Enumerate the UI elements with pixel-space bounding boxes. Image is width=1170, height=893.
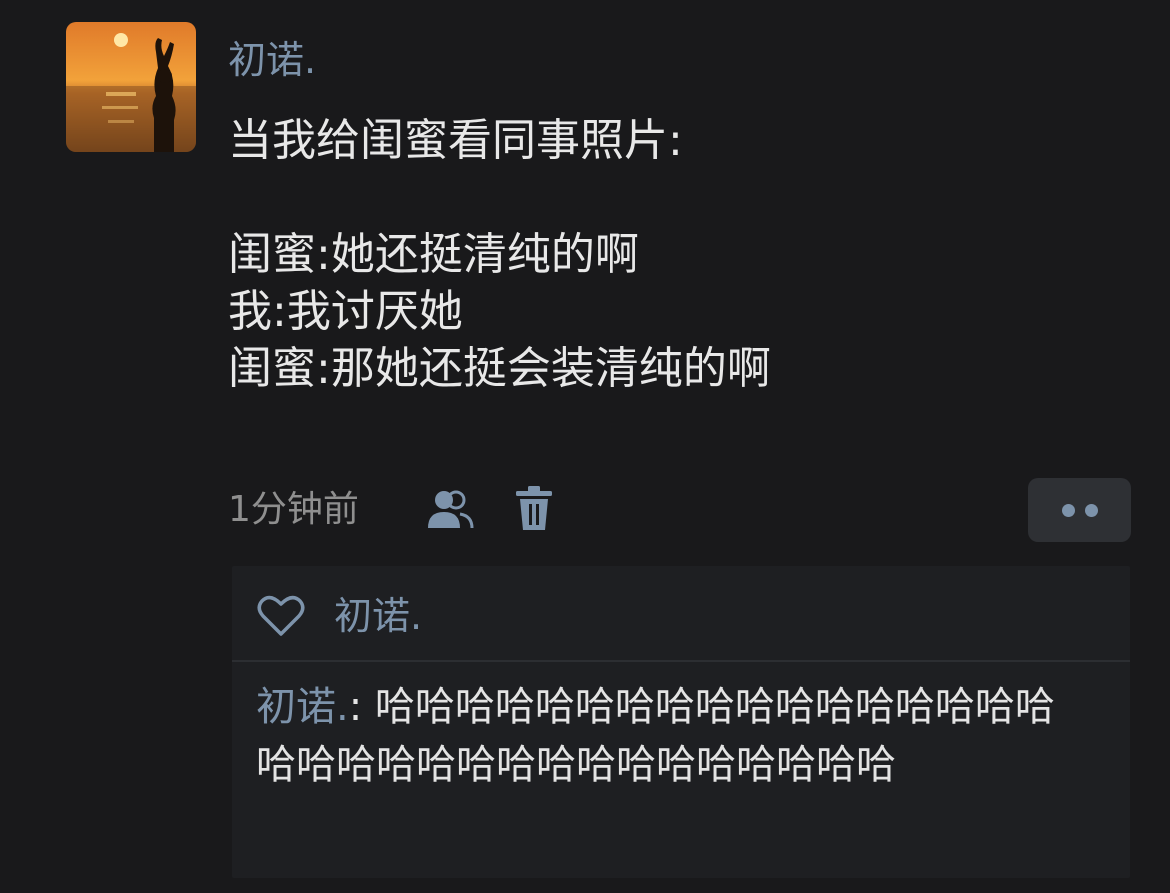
like-user-name[interactable]: 初诺. <box>334 590 422 642</box>
more-dot <box>1062 504 1075 517</box>
avatar[interactable] <box>66 22 196 152</box>
post-line: 我:我讨厌她 <box>228 286 463 337</box>
comment-author[interactable]: 初诺. <box>256 684 349 730</box>
post-timestamp: 1分钟前 <box>228 489 359 530</box>
trash-icon[interactable] <box>514 486 554 532</box>
more-button[interactable] <box>1028 478 1131 542</box>
people-icon[interactable] <box>424 488 476 532</box>
sunset-photo <box>66 22 196 152</box>
comment-separator: : <box>348 684 375 730</box>
comment-text: 哈哈哈哈哈哈哈哈哈哈哈哈哈哈哈哈哈哈哈哈哈哈哈哈哈哈哈哈哈哈哈哈哈 <box>256 684 1055 788</box>
post-author[interactable]: 初诺. <box>228 34 316 86</box>
comment-item[interactable]: 初诺.: 哈哈哈哈哈哈哈哈哈哈哈哈哈哈哈哈哈哈哈哈哈哈哈哈哈哈哈哈哈哈哈哈哈 <box>256 678 1086 794</box>
post-line: 闺蜜:她还挺清纯的啊 <box>228 229 639 280</box>
interaction-panel: 初诺. 初诺.: 哈哈哈哈哈哈哈哈哈哈哈哈哈哈哈哈哈哈哈哈哈哈哈哈哈哈哈哈哈哈哈… <box>232 566 1130 878</box>
heart-icon <box>256 594 306 638</box>
post-content: 当我给闺蜜看同事照片: 闺蜜:她还挺清纯的啊 我:我讨厌她 闺蜜:那她还挺会装清… <box>228 112 1008 397</box>
post-line-blank <box>228 169 1008 226</box>
more-dot <box>1085 504 1098 517</box>
post-line: 当我给闺蜜看同事照片: <box>228 115 683 166</box>
likes-row: 初诺. <box>232 566 1130 662</box>
post-line: 闺蜜:那她还挺会装清纯的啊 <box>228 343 771 394</box>
